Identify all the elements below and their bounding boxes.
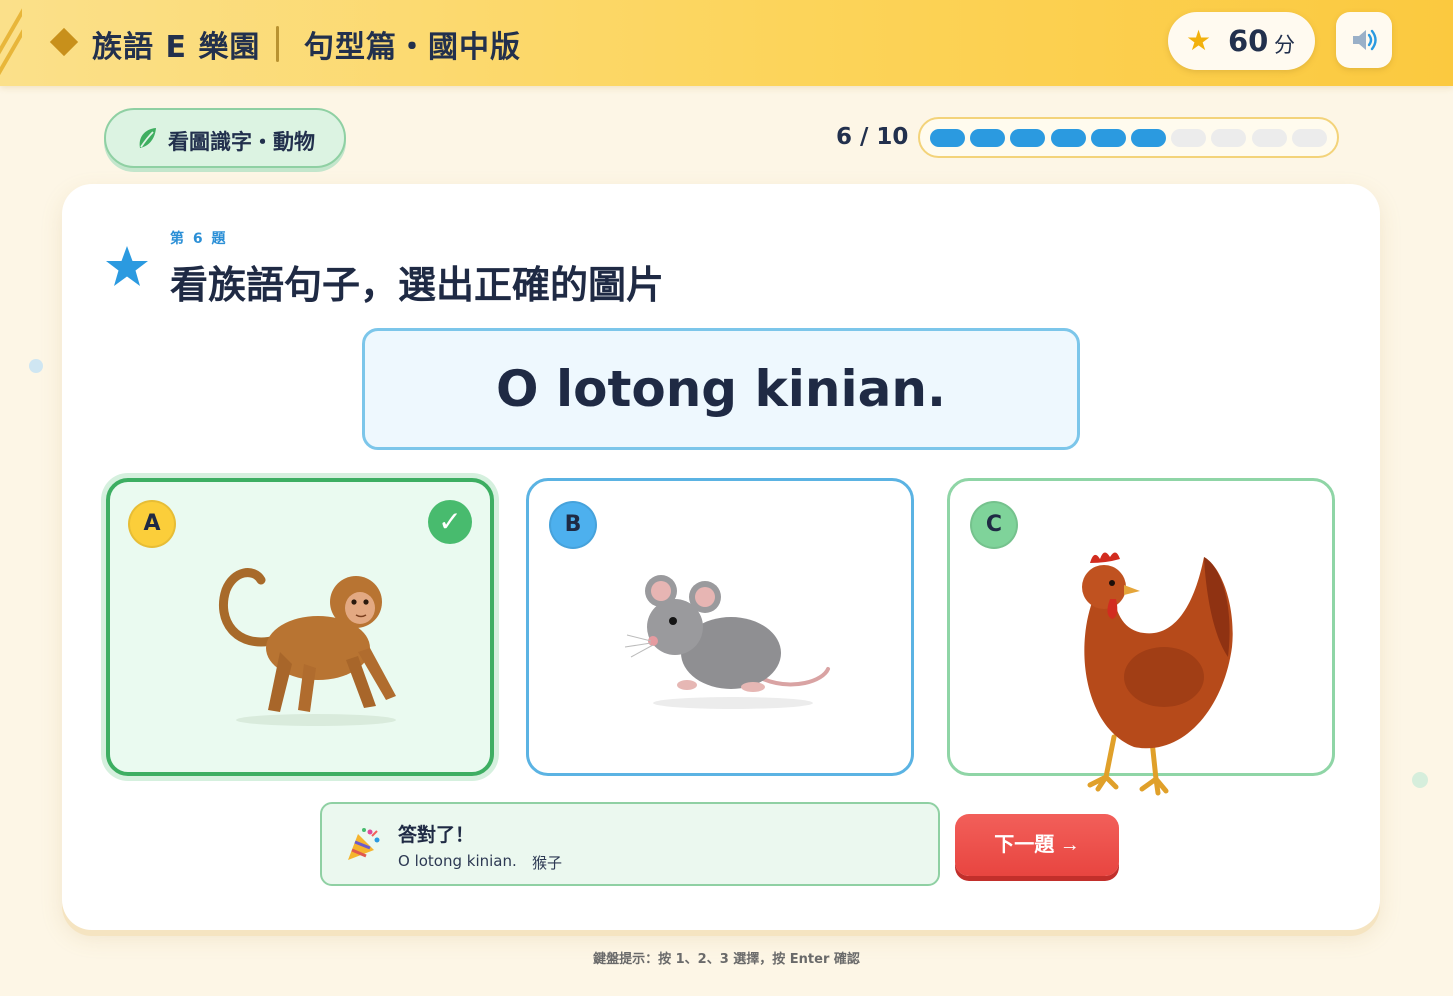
progress-segment xyxy=(1251,129,1287,147)
option-b-card[interactable]: B xyxy=(526,478,914,776)
title-divider xyxy=(276,26,279,62)
speaker-icon xyxy=(1353,29,1377,51)
sound-button[interactable] xyxy=(1336,12,1392,68)
feedback-sentence: O lotong kinian. xyxy=(398,852,517,870)
monkey-image xyxy=(218,568,396,726)
party-popper-icon xyxy=(348,828,380,860)
next-question-button[interactable]: 下一題 → xyxy=(955,814,1119,876)
progress-segment xyxy=(1050,129,1086,147)
score-display: ★ 60 分 xyxy=(1168,12,1315,70)
category-label: 看圖識字・動物 xyxy=(168,130,315,154)
decorative-dot xyxy=(29,359,43,373)
progress-segment xyxy=(970,129,1006,147)
header-stripes xyxy=(0,0,22,86)
chicken-image xyxy=(1082,552,1233,796)
target-sentence: O lotong kinian. xyxy=(362,328,1080,450)
app-title: 族語 E 樂園 xyxy=(92,30,261,65)
diamond-icon xyxy=(49,27,79,57)
option-c-card[interactable]: C xyxy=(947,478,1335,796)
option-letter: A xyxy=(128,500,176,548)
score-value: 60 xyxy=(1228,24,1269,58)
option-letter: B xyxy=(549,501,597,549)
progress-bar xyxy=(918,117,1339,158)
progress-segment xyxy=(1131,129,1166,147)
feedback-title: 答對了！ xyxy=(398,824,475,846)
category-pill: 看圖識字・動物 xyxy=(104,108,346,168)
progress-counter: 6 / 10 xyxy=(836,124,909,150)
progress-segment xyxy=(1291,129,1327,147)
progress-segment xyxy=(930,129,965,147)
mouse-image xyxy=(624,575,830,709)
option-a-card[interactable]: A ✓ xyxy=(106,478,494,776)
progress-segment xyxy=(1171,129,1207,147)
feedback-box: 答對了！ O lotong kinian. 猴子 xyxy=(320,802,940,886)
leaf-icon xyxy=(139,128,156,148)
question-card: 第 6 題 看族語句子，選出正確的圖片 O lotong kinian. A ✓… xyxy=(62,184,1380,930)
progress-segment xyxy=(1010,129,1046,147)
question-number: 第 6 題 xyxy=(170,231,228,247)
option-letter: C xyxy=(970,501,1018,549)
progress-segment xyxy=(1090,129,1126,147)
star-icon: ★ xyxy=(1186,24,1212,57)
check-icon: ✓ xyxy=(428,500,472,544)
star-icon xyxy=(106,246,148,286)
top-bar: 族語 E 樂園 句型篇・國中版 ★ 60 分 xyxy=(0,0,1453,86)
question-title: 看族語句子，選出正確的圖片 xyxy=(170,263,665,307)
decorative-dot xyxy=(1412,772,1428,788)
app-subtitle: 句型篇・國中版 xyxy=(304,30,521,65)
keyboard-hint: 鍵盤提示：按 1、2、3 選擇，按 Enter 確認 xyxy=(593,952,860,967)
score-unit: 分 xyxy=(1274,33,1295,57)
feedback-meaning: 猴子 xyxy=(532,854,563,872)
progress-segment xyxy=(1211,129,1247,147)
